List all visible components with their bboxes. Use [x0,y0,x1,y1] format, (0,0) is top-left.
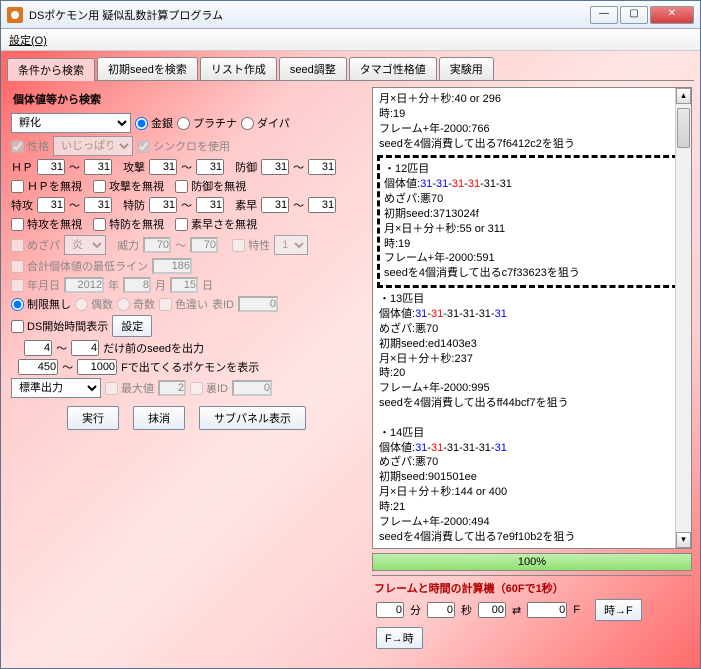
ignore-hp[interactable]: ＨＰを無視 [11,178,82,194]
def-label: 防御 [235,159,257,175]
frame-calculator: フレームと時間の計算機（60Fで1秒） 分 秒 ⇄ F 時→F F→時 [372,575,692,656]
subpanel-button[interactable]: サブパネル表示 [199,406,306,430]
def-max[interactable] [308,159,336,175]
spe-max[interactable] [308,197,336,213]
minimize-button[interactable]: — [590,6,618,24]
calc-min[interactable] [376,602,404,618]
ignore-def[interactable]: 防御を無視 [175,178,246,194]
synchro-check[interactable]: シンクロを使用 [137,138,230,154]
hidden-power-check[interactable]: めざパ [11,237,60,253]
calc-sec[interactable] [427,602,455,618]
ability-check[interactable]: 特性 [232,237,270,253]
spa-max[interactable] [84,197,112,213]
spa-label: 特攻 [11,197,33,213]
app-icon [7,7,23,23]
f-to-time-button[interactable]: F→時 [376,627,423,649]
nature-check[interactable]: 性格 [11,138,49,154]
section-title: 個体値等から検索 [13,91,364,107]
output-panel: 月×日＋分＋秒:40 or 296 時:19 フレーム+年-2000:766 s… [372,87,692,549]
tid-input [238,296,278,312]
hidden-type: 炎 [64,235,106,255]
run-button[interactable]: 実行 [67,406,119,430]
scroll-up-icon[interactable]: ▴ [676,88,691,104]
scroll-down-icon[interactable]: ▾ [676,532,691,548]
tab-search-by-condition[interactable]: 条件から検索 [7,58,95,81]
atk-max[interactable] [196,159,224,175]
window-title: DSポケモン用 疑似乱数計算プログラム [29,7,590,23]
spe-label: 素早 [235,197,257,213]
sid-check[interactable]: 裏ID [190,380,228,396]
tab-bar: 条件から検索 初期seedを検索 リスト作成 seed調整 タマゴ性格値 実験用 [7,57,694,81]
spd-label: 特防 [123,197,145,213]
time-to-f-button[interactable]: 時→F [595,599,642,621]
hp-max[interactable] [84,159,112,175]
output-scrollbar[interactable]: ▴ ▾ [675,88,691,548]
date-check[interactable]: 年月日 [11,277,60,293]
ivsum-value [152,258,192,274]
shiny-check[interactable]: 色違い [159,296,208,312]
frame-range-a[interactable] [18,359,58,375]
tab-seed-adjust[interactable]: seed調整 [279,57,347,80]
hp-label: ＨＰ [11,159,33,175]
spd-max[interactable] [196,197,224,213]
limit-even[interactable]: 偶数 [75,296,113,312]
dsstart-config-button[interactable]: 設定 [112,315,152,337]
output-line: フレーム+年-2000:766 [379,122,685,137]
ivsum-check[interactable]: 合計個体値の最低ライン [11,258,148,274]
tab-search-initial-seed[interactable]: 初期seedを検索 [97,57,198,80]
ignore-spd[interactable]: 特防を無視 [93,216,164,232]
max-check[interactable]: 最大値 [105,380,154,396]
limit-none[interactable]: 制限無し [11,296,71,312]
close-button[interactable]: ✕ [650,6,694,24]
year-input [64,277,104,293]
ignore-spa[interactable]: 特攻を無視 [11,216,82,232]
dsstart-check[interactable]: DS開始時間表示 [11,318,108,334]
progress-bar: 100% [372,553,692,571]
ability-select: 1 [274,235,308,255]
calc-f[interactable] [527,602,567,618]
tab-egg-pid[interactable]: タマゴ性格値 [349,57,437,80]
spd-min[interactable] [149,197,177,213]
maximize-button[interactable]: ▢ [620,6,648,24]
nature-select: いじっぱり [53,136,133,156]
output-line: seedを4個消費して出る7f6412c2を狙う [379,137,685,152]
hp-pow-max [190,237,218,253]
version-pt[interactable]: プラチナ [177,115,237,131]
menu-settings[interactable]: 設定(O) [9,35,47,47]
method-select[interactable]: 孵化 [11,113,131,133]
output-line: 時:19 [379,107,685,122]
version-dp[interactable]: ダイパ [241,115,290,131]
seed-range-a[interactable] [24,340,52,356]
atk-label: 攻撃 [123,159,145,175]
seed-range-b[interactable] [71,340,99,356]
highlighted-result: ・12匹目 個体値:31-31-31-31-31-31 めざパ:悪70 初期se… [377,155,687,288]
frame-range-b[interactable] [77,359,117,375]
tab-list-create[interactable]: リスト作成 [200,57,277,80]
ignore-atk[interactable]: 攻撃を無視 [93,178,164,194]
scroll-thumb[interactable] [677,108,690,148]
tab-experimental[interactable]: 実験用 [439,57,494,80]
atk-min[interactable] [149,159,177,175]
limit-odd[interactable]: 奇数 [117,296,155,312]
spe-min[interactable] [261,197,289,213]
calc-fps[interactable] [478,602,506,618]
ignore-spe[interactable]: 素早さを無視 [175,216,257,232]
spa-min[interactable] [37,197,65,213]
def-min[interactable] [261,159,289,175]
calc-title: フレームと時間の計算機（60Fで1秒） [374,580,690,596]
month-input [123,277,151,293]
titlebar: DSポケモン用 疑似乱数計算プログラム — ▢ ✕ [1,1,700,29]
hp-pow-min [143,237,171,253]
hp-min[interactable] [37,159,65,175]
swap-icon: ⇄ [512,604,521,617]
sid-value [232,380,272,396]
version-gs[interactable]: 金銀 [135,115,173,131]
max-value [158,380,186,396]
clear-button[interactable]: 抹消 [133,406,185,430]
output-select[interactable]: 標準出力 [11,378,101,398]
menubar: 設定(O) [1,29,700,51]
day-input [170,277,198,293]
output-line: 月×日＋分＋秒:40 or 296 [379,92,685,107]
